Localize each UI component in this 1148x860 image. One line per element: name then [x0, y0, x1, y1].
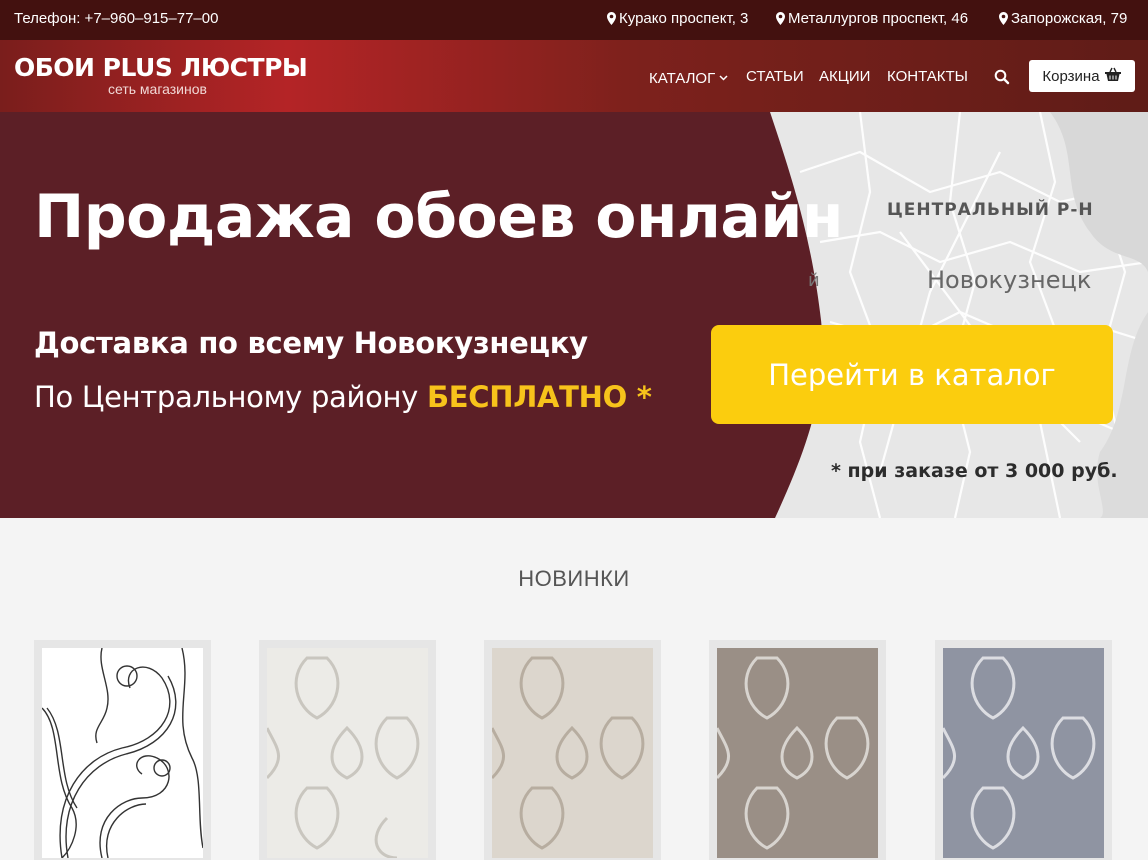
logo-subtitle: сеть магазинов [108, 81, 207, 97]
product-card[interactable] [484, 640, 661, 860]
order-minimum-note: * при заказе от 3 000 руб. [831, 460, 1118, 482]
nav-contacts[interactable]: КОНТАКТЫ [887, 68, 968, 85]
nav-promotions[interactable]: АКЦИИ [819, 68, 870, 85]
go-to-catalog-button[interactable]: Перейти в каталог [711, 325, 1113, 424]
logo-name: ОБОИ PLUS ЛЮСТРЫ [14, 53, 308, 82]
hero-free-delivery-text: По Центральному району БЕСПЛАТНО * [34, 380, 652, 414]
address-text: Курако проспект, 3 [619, 10, 749, 27]
free-delivery-highlight: БЕСПЛАТНО * [426, 380, 652, 414]
site-header: ОБОИ PLUS ЛЮСТРЫ сеть магазинов КАТАЛОГ … [0, 40, 1148, 112]
section-title-new: НОВИНКИ [518, 566, 630, 591]
top-info-bar: Телефон: +7–960–915–77–00 Курако проспек… [0, 0, 1148, 40]
logo[interactable]: ОБОИ PLUS ЛЮСТРЫ сеть магазинов [14, 53, 308, 98]
address-text: Запорожская, 79 [1011, 10, 1128, 27]
map-fragment-label: й [808, 270, 820, 291]
cart-label: Корзина [1042, 67, 1100, 85]
product-image [267, 648, 428, 858]
product-card[interactable] [709, 640, 886, 860]
address-metallurgov[interactable]: Металлургов проспект, 46 [776, 10, 968, 27]
product-image [492, 648, 653, 858]
cart-button[interactable]: Корзина [1029, 60, 1135, 92]
product-card[interactable] [935, 640, 1112, 860]
chevron-down-icon [719, 68, 728, 85]
hero-banner: ЦЕНТРАЛЬНЫЙ Р-Н Новокузнецк й Продажа об… [0, 112, 1148, 518]
product-card[interactable] [259, 640, 436, 860]
nav-catalog[interactable]: КАТАЛОГ [649, 68, 728, 87]
address-kurako[interactable]: Курако проспект, 3 [607, 10, 748, 27]
product-image [943, 648, 1104, 858]
map-pin-icon [776, 12, 785, 25]
free-delivery-prefix: По Центральному району [34, 380, 427, 414]
basket-icon [1104, 67, 1122, 86]
hero-title: Продажа обоев онлайн [34, 182, 843, 252]
hero-delivery-text: Доставка по всему Новокузнецку [34, 326, 588, 360]
map-pin-icon [999, 12, 1008, 25]
nav-catalog-label: КАТАЛОГ [649, 70, 716, 87]
address-zaporozhskaya[interactable]: Запорожская, 79 [999, 10, 1127, 27]
phone-number[interactable]: Телефон: +7–960–915–77–00 [14, 10, 218, 27]
product-image [42, 648, 203, 858]
city-map-illustration [770, 112, 1148, 518]
product-card[interactable] [34, 640, 211, 860]
map-pin-icon [607, 12, 616, 25]
map-city-label: Новокузнецк [927, 266, 1092, 294]
address-text: Металлургов проспект, 46 [788, 10, 969, 27]
nav-articles[interactable]: СТАТЬИ [746, 68, 804, 85]
search-icon[interactable] [994, 69, 1010, 85]
map-district-label: ЦЕНТРАЛЬНЫЙ Р-Н [887, 200, 1094, 220]
product-image [717, 648, 878, 858]
